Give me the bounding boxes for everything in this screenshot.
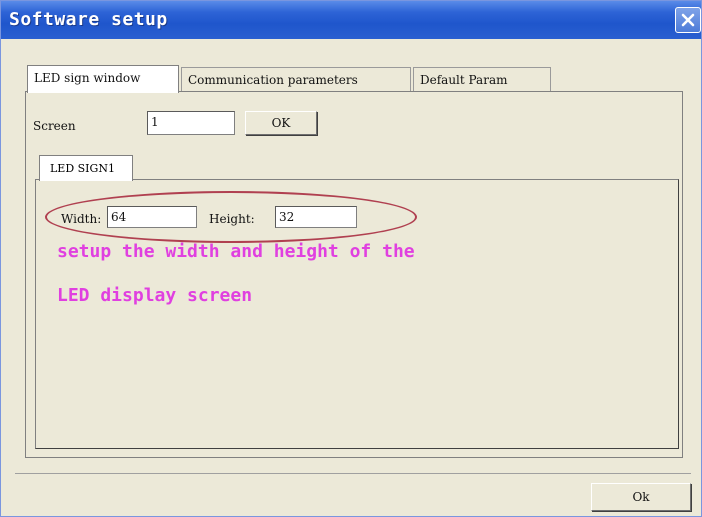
highlight-ellipse (45, 191, 417, 243)
tab-default-param[interactable]: Default Param (413, 67, 551, 91)
dialog-ok-button[interactable]: Ok (591, 483, 691, 511)
window-title: Software setup (9, 9, 168, 30)
screen-label: Screen (33, 119, 76, 133)
tab-led-sign1[interactable]: LED SIGN1 (39, 155, 133, 181)
annotation-line-1: setup the width and height of the (57, 241, 415, 262)
screen-input[interactable]: 1 (147, 111, 235, 135)
title-bar[interactable]: Software setup (1, 1, 701, 39)
annotation-line-2: LED display screen (57, 285, 253, 306)
tab-led-sign-window[interactable]: LED sign window (27, 65, 179, 93)
screen-ok-button[interactable]: OK (245, 111, 317, 135)
footer-divider (15, 473, 691, 474)
close-icon (681, 13, 695, 27)
close-button[interactable] (675, 7, 701, 33)
tab-communication-parameters[interactable]: Communication parameters (181, 67, 411, 91)
software-setup-dialog: Software setup LED sign window Communica… (0, 0, 702, 517)
